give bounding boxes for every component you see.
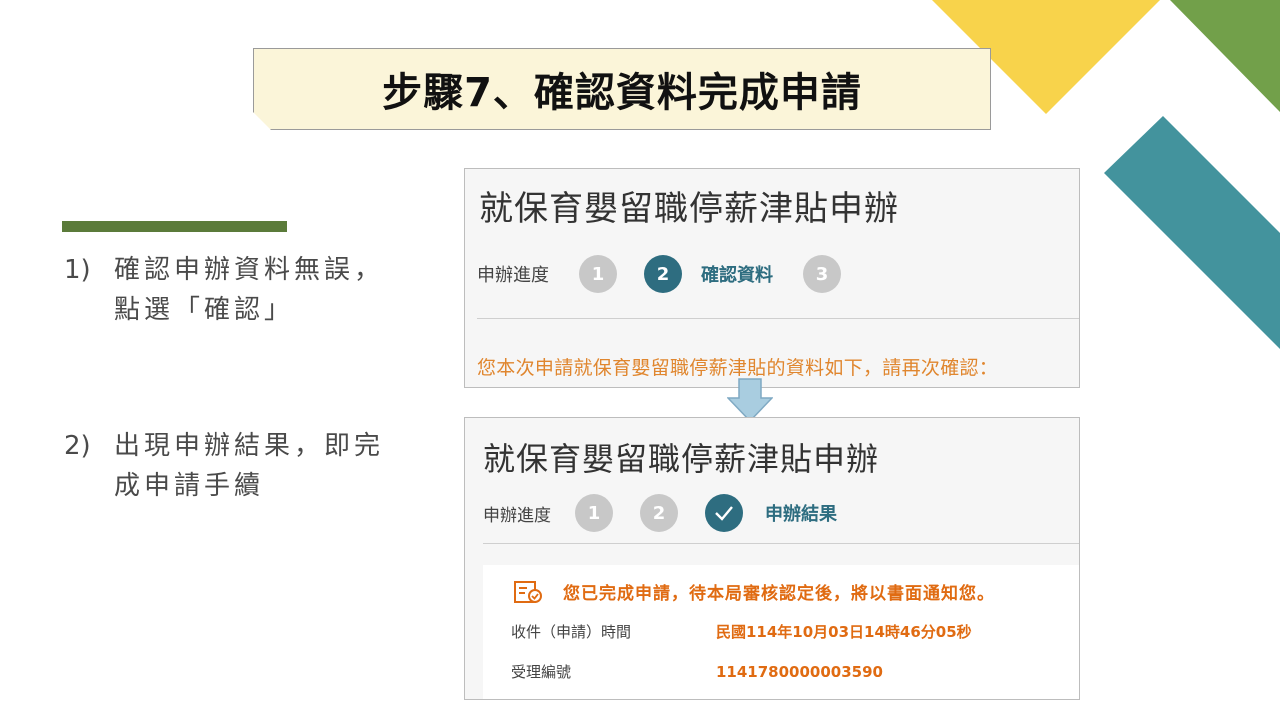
- field-row: 受理編號 1141780000003590: [511, 661, 883, 682]
- slide-title-box: 步驟7、確認資料完成申請: [253, 48, 991, 130]
- accent-bar: [62, 221, 287, 232]
- result-screenshot-panel: 就保育嬰留職停薪津貼申辦 申辦進度 1 2 申辦結果 您已完成申請，待本局審核認…: [464, 417, 1080, 700]
- progress-step-3: 3: [803, 255, 841, 293]
- green-triangle: [1170, 0, 1280, 112]
- panel2-divider: [483, 543, 1079, 544]
- result-message-row: 您已完成申請，待本局審核認定後，將以書面通知您。: [513, 579, 995, 604]
- document-check-icon: [513, 580, 543, 604]
- step-1-number: 1): [64, 255, 91, 285]
- field-value: 民國114年10月03日14時46分05秒: [716, 623, 972, 641]
- progress-step-2: 2: [640, 494, 678, 532]
- field-label: 受理編號: [511, 663, 572, 681]
- panel1-progress-label: 申辦進度: [477, 265, 549, 286]
- panel1-current-step-label: 確認資料: [701, 265, 773, 286]
- panel2-current-step-label: 申辦結果: [765, 504, 837, 525]
- result-message: 您已完成申請，待本局審核認定後，將以書面通知您。: [563, 584, 995, 604]
- progress-step-2-current: 2: [644, 255, 682, 293]
- step-2-line1: 出現申辦結果，即完: [114, 431, 385, 461]
- progress-step-1: 1: [579, 255, 617, 293]
- step-2-line2: 成申請手續: [114, 471, 265, 501]
- field-row: 收件（申請）時間 民國114年10月03日14時46分05秒: [511, 621, 972, 642]
- confirm-instruction-text: 您本次申請就保育嬰留職停薪津貼的資料如下，請再次確認：: [477, 357, 999, 379]
- step-2: 2) 出現申辦結果，即完 成申請手續: [64, 426, 384, 506]
- slide-title: 步驟7、確認資料完成申請: [382, 70, 862, 116]
- result-card: 您已完成申請，待本局審核認定後，將以書面通知您。 收件（申請）時間 民國114年…: [483, 565, 1079, 699]
- confirm-screenshot-panel: 就保育嬰留職停薪津貼申辦 申辦進度 1 2 確認資料 3 您本次申請就保育嬰留職…: [464, 168, 1080, 388]
- panel2-progress: 申辦進度 1 2 申辦結果: [483, 494, 837, 532]
- field-value: 1141780000003590: [716, 662, 883, 681]
- panel2-progress-label: 申辦進度: [483, 505, 551, 526]
- step-1-line1: 確認申辦資料無誤，: [114, 255, 385, 285]
- step-1-line2: 點選「確認」: [114, 295, 295, 325]
- progress-step-1: 1: [575, 494, 613, 532]
- step-1: 1) 確認申辦資料無誤， 點選「確認」: [64, 250, 384, 330]
- down-arrow-icon: [727, 378, 773, 422]
- panel1-divider: [477, 318, 1079, 319]
- teal-band: [1104, 116, 1280, 349]
- panel2-heading: 就保育嬰留職停薪津貼申辦: [483, 440, 880, 478]
- check-icon: [705, 494, 743, 532]
- field-label: 收件（申請）時間: [511, 623, 632, 641]
- panel1-heading: 就保育嬰留職停薪津貼申辦: [479, 189, 899, 229]
- step-2-number: 2): [64, 431, 91, 461]
- panel1-progress: 申辦進度 1 2 確認資料 3: [477, 255, 868, 293]
